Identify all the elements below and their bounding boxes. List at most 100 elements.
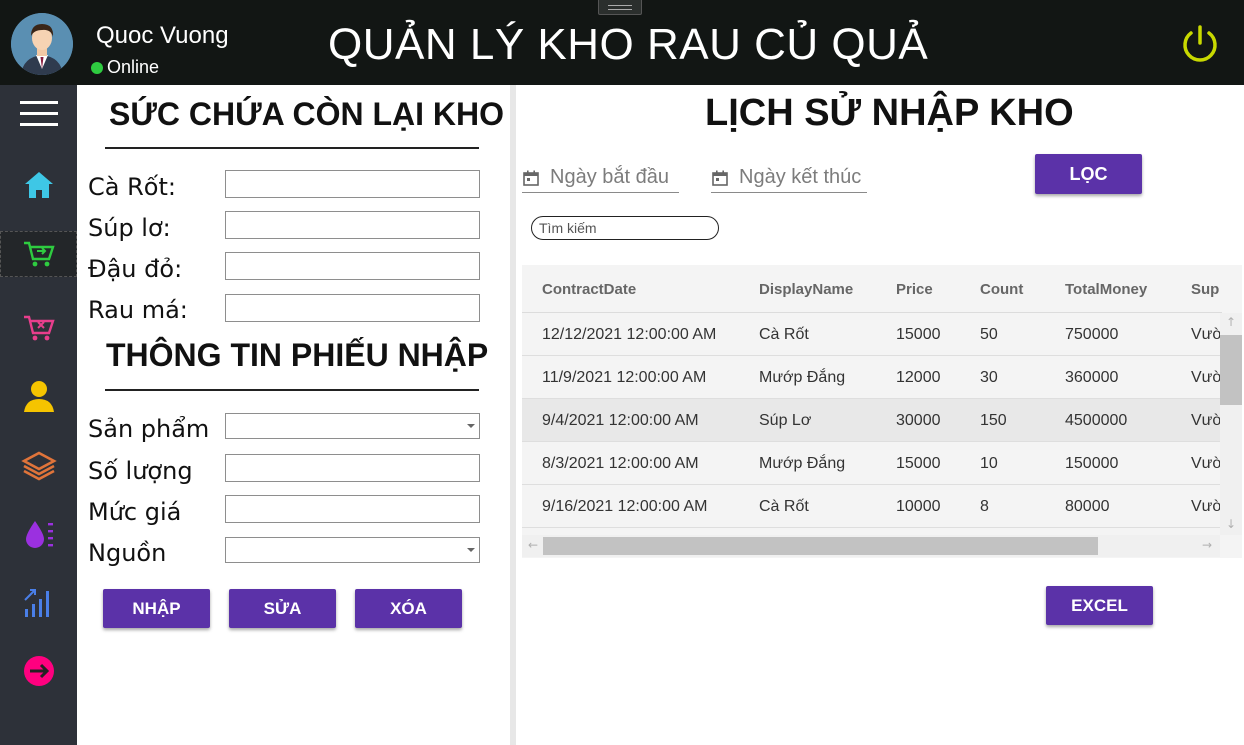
- menu-icon[interactable]: [0, 91, 77, 137]
- scroll-down-icon[interactable]: ↓: [1226, 517, 1236, 531]
- cell-display-name: Cà Rốt: [759, 498, 809, 515]
- avatar: [11, 13, 73, 75]
- cell-price: 12000: [896, 369, 941, 386]
- col-count[interactable]: Count: [980, 281, 1023, 298]
- import-button[interactable]: NHẬP: [103, 589, 210, 628]
- layers-icon[interactable]: [0, 443, 77, 489]
- cell-count: 50: [980, 326, 998, 343]
- quantity-label: Số lượng: [88, 457, 193, 485]
- cell-display-name: Cà Rốt: [759, 326, 809, 343]
- source-select[interactable]: [225, 537, 480, 563]
- table-row[interactable]: 11/9/2021 12:00:00 AM Mướp Đắng 12000 30…: [522, 356, 1223, 399]
- delete-button[interactable]: XÓA: [355, 589, 462, 628]
- capacity-title: SỨC CHỨA CÒN LẠI KHO: [109, 96, 505, 132]
- vertical-scroll-thumb[interactable]: [1220, 335, 1242, 405]
- capacity-divider: [105, 147, 479, 149]
- col-total-money[interactable]: TotalMoney: [1065, 281, 1147, 298]
- chevron-down-icon: [467, 424, 475, 428]
- product-label: Sản phẩm: [88, 415, 210, 443]
- col-supplier[interactable]: Sup: [1191, 281, 1219, 298]
- app-title: QUẢN LÝ KHO RAU CỦ QUẢ: [328, 20, 929, 69]
- cell-display-name: Súp Lơ: [759, 412, 812, 429]
- horizontal-scroll-thumb[interactable]: [543, 537, 1098, 555]
- cell-supplier: Vườ: [1191, 412, 1223, 429]
- receipt-title: THÔNG TIN PHIẾU NHẬP: [106, 337, 489, 373]
- product-select[interactable]: [225, 413, 480, 439]
- cart-remove-icon[interactable]: [0, 305, 77, 351]
- cell-supplier: Vườ: [1191, 455, 1223, 472]
- user-icon[interactable]: [0, 373, 77, 419]
- quantity-field[interactable]: [225, 454, 480, 482]
- cell-contract-date: 9/16/2021 12:00:00 AM: [542, 498, 708, 515]
- cell-price: 30000: [896, 412, 941, 429]
- drag-handle[interactable]: [598, 0, 642, 15]
- red-bean-capacity-field[interactable]: [225, 252, 480, 280]
- cell-total-money: 4500000: [1065, 412, 1128, 429]
- end-date-picker[interactable]: Ngày kết thúc: [711, 163, 867, 193]
- power-icon[interactable]: [1178, 22, 1222, 66]
- cell-price: 15000: [896, 455, 941, 472]
- cell-display-name: Mướp Đắng: [759, 369, 846, 386]
- logout-icon[interactable]: [0, 648, 77, 694]
- user-name: Quoc Vuong: [96, 22, 229, 49]
- pennywort-capacity-field[interactable]: [225, 294, 480, 322]
- cell-supplier: Vườ: [1191, 369, 1223, 386]
- horizontal-scrollbar[interactable]: ← →: [522, 535, 1220, 557]
- excel-button[interactable]: EXCEL: [1046, 586, 1153, 625]
- pennywort-label: Rau má:: [88, 296, 188, 324]
- online-status: Online: [91, 57, 159, 78]
- col-contract-date[interactable]: ContractDate: [542, 281, 636, 298]
- cell-count: 10: [980, 455, 998, 472]
- end-date-placeholder: Ngày kết thúc: [739, 166, 862, 188]
- status-label: Online: [107, 57, 160, 77]
- receipt-divider: [105, 389, 479, 391]
- cell-contract-date: 11/9/2021 12:00:00 AM: [542, 369, 707, 386]
- top-bar: Quoc Vuong Online QUẢN LÝ KHO RAU CỦ QUẢ: [0, 0, 1244, 85]
- cell-supplier: Vườ: [1191, 326, 1223, 343]
- cell-total-money: 360000: [1065, 369, 1119, 386]
- start-date-picker[interactable]: Ngày bắt đầu: [522, 163, 679, 193]
- scroll-up-icon[interactable]: ↑: [1226, 315, 1236, 329]
- carrot-capacity-field[interactable]: [225, 170, 480, 198]
- water-icon[interactable]: [0, 511, 77, 557]
- edit-button[interactable]: SỬA: [229, 589, 336, 628]
- search-input[interactable]: Tìm kiếm: [531, 216, 719, 240]
- scroll-left-icon[interactable]: ←: [528, 538, 538, 552]
- cauliflower-capacity-field[interactable]: [225, 211, 480, 239]
- cell-total-money: 80000: [1065, 498, 1110, 515]
- history-title: LỊCH SỬ NHẬP KHO: [705, 92, 1074, 134]
- table-row[interactable]: 8/3/2021 12:00:00 AM Mướp Đắng 15000 10 …: [522, 442, 1223, 485]
- table-header: ContractDate DisplayName Price Count Tot…: [522, 265, 1222, 313]
- cell-display-name: Mướp Đắng: [759, 455, 846, 472]
- cart-import-icon[interactable]: [0, 231, 77, 277]
- panel-divider[interactable]: [510, 85, 516, 745]
- cell-count: 150: [980, 412, 1007, 429]
- signal-icon[interactable]: [0, 579, 77, 625]
- price-field[interactable]: [225, 495, 480, 523]
- carrot-label: Cà Rốt:: [88, 173, 176, 201]
- vertical-scrollbar[interactable]: ↑ ↓: [1220, 313, 1242, 535]
- chevron-down-icon: [467, 548, 475, 552]
- table-row[interactable]: 12/12/2021 12:00:00 AM Cà Rốt 15000 50 7…: [522, 313, 1223, 356]
- sidebar: [0, 85, 77, 745]
- calendar-icon: [712, 170, 728, 186]
- cauliflower-label: Súp lơ:: [88, 214, 171, 242]
- start-date-placeholder: Ngày bắt đầu: [550, 166, 669, 188]
- calendar-icon: [523, 170, 539, 186]
- col-display-name[interactable]: DisplayName: [759, 281, 853, 298]
- col-price[interactable]: Price: [896, 281, 933, 298]
- cell-total-money: 150000: [1065, 455, 1119, 472]
- table-row-selected[interactable]: 9/4/2021 12:00:00 AM Súp Lơ 30000 150 45…: [522, 399, 1223, 442]
- scroll-right-icon[interactable]: →: [1202, 538, 1212, 552]
- history-table: ContractDate DisplayName Price Count Tot…: [522, 265, 1242, 558]
- cell-total-money: 750000: [1065, 326, 1119, 343]
- cell-price: 15000: [896, 326, 941, 343]
- table-row[interactable]: 9/16/2021 12:00:00 AM Cà Rốt 10000 8 800…: [522, 485, 1223, 528]
- cell-contract-date: 9/4/2021 12:00:00 AM: [542, 412, 699, 429]
- source-label: Nguồn: [88, 539, 167, 567]
- filter-button[interactable]: LỌC: [1035, 154, 1142, 194]
- price-label: Mức giá: [88, 498, 182, 526]
- cell-contract-date: 12/12/2021 12:00:00 AM: [542, 326, 717, 343]
- home-icon[interactable]: [0, 162, 77, 208]
- red-bean-label: Đậu đỏ:: [88, 255, 183, 283]
